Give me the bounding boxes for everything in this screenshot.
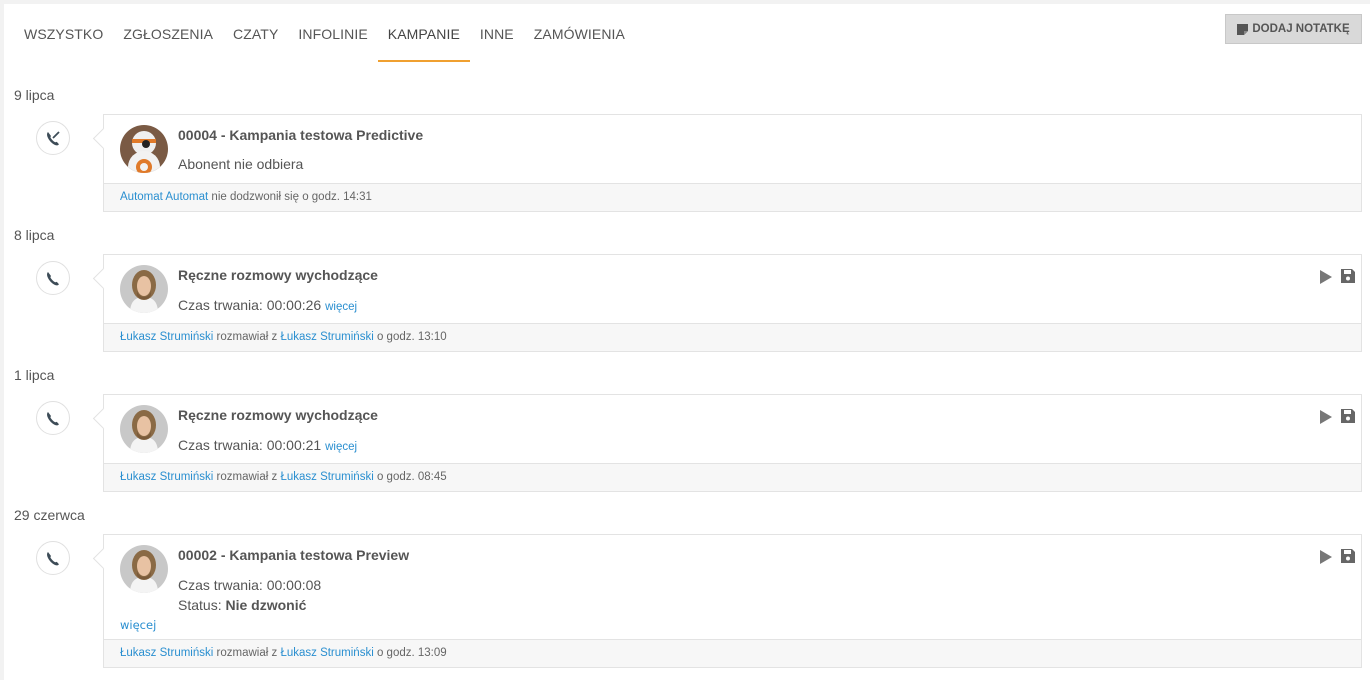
play-icon[interactable] — [1319, 549, 1333, 565]
user-avatar — [120, 405, 168, 453]
duration-text: Czas trwania: 00:00:26 — [178, 297, 322, 313]
phone-icon — [47, 552, 59, 566]
entry-title: Ręczne rozmowy wychodzące — [178, 267, 378, 283]
phone-icon — [47, 412, 59, 426]
status-label: Status: — [178, 597, 222, 613]
date-label: 8 lipca — [14, 227, 55, 243]
user-link[interactable]: Łukasz Strumiński — [280, 331, 373, 343]
duration-text: Czas trwania: 00:00:08 — [178, 577, 322, 593]
entry-duration: Czas trwania: 00:00:26 więcej — [178, 297, 357, 313]
date-label: 29 czerwca — [14, 507, 85, 523]
entry-footer: Łukasz Strumiński rozmawiał z Łukasz Str… — [104, 639, 1361, 667]
user-link[interactable]: Automat Automat — [120, 191, 208, 203]
footer-time: o godz. 13:09 — [376, 647, 447, 659]
more-link[interactable]: więcej — [120, 618, 156, 632]
missed-call-icon — [47, 131, 60, 146]
status-value: Nie dzwonić — [225, 597, 307, 613]
add-note-label: DODAJ NOTATKĘ — [1252, 23, 1350, 35]
user-link[interactable]: Łukasz Strumiński — [120, 471, 213, 483]
more-link[interactable]: więcej — [325, 301, 357, 313]
tab-bar: WSZYSTKO ZGŁOSZENIA CZATY INFOLINIE KAMP… — [14, 14, 635, 62]
footer-text: rozmawiał z — [216, 331, 278, 343]
date-label: 9 lipca — [14, 87, 55, 103]
user-link[interactable]: Łukasz Strumiński — [120, 647, 213, 659]
activity-card: Ręczne rozmowy wychodzące Czas trwania: … — [92, 254, 1362, 352]
entry-type-indicator — [36, 121, 70, 155]
entry-type-indicator — [36, 401, 70, 435]
tab-czaty[interactable]: CZATY — [223, 14, 288, 62]
footer-time: o godz. 08:45 — [376, 471, 447, 483]
tab-wszystko[interactable]: WSZYSTKO — [14, 14, 113, 62]
play-icon[interactable] — [1319, 409, 1333, 425]
date-label: 1 lipca — [14, 367, 55, 383]
footer-text: rozmawiał z — [216, 471, 278, 483]
tab-kampanie[interactable]: KAMPANIE — [377, 14, 470, 62]
footer-time: o godz. 13:10 — [376, 331, 447, 343]
tab-zgloszenia[interactable]: ZGŁOSZENIA — [113, 14, 223, 62]
entry-footer: Łukasz Strumiński rozmawiał z Łukasz Str… — [104, 323, 1361, 351]
activity-card: 00002 - Kampania testowa Preview Czas tr… — [92, 534, 1362, 668]
recording-actions — [1319, 549, 1355, 565]
add-note-button[interactable]: DODAJ NOTATKĘ — [1225, 14, 1362, 44]
activity-card: 00004 - Kampania testowa Predictive Abon… — [92, 114, 1362, 212]
entry-title: 00002 - Kampania testowa Preview — [178, 547, 410, 563]
timeline-panel: WSZYSTKO ZGŁOSZENIA CZATY INFOLINIE KAMP… — [4, 4, 1370, 680]
recording-actions — [1319, 269, 1355, 285]
entry-title: Ręczne rozmowy wychodzące — [178, 407, 378, 423]
tab-infolinie[interactable]: INFOLINIE — [288, 14, 377, 62]
entry-type-indicator — [36, 261, 70, 295]
activity-card: Ręczne rozmowy wychodzące Czas trwania: … — [92, 394, 1362, 492]
user-link[interactable]: Łukasz Strumiński — [120, 331, 213, 343]
save-icon[interactable] — [1341, 409, 1355, 425]
duration-text: Czas trwania: 00:00:21 — [178, 437, 322, 453]
entry-description: Abonent nie odbiera — [178, 156, 304, 172]
user-avatar — [120, 545, 168, 593]
entry-title: 00004 - Kampania testowa Predictive — [178, 127, 424, 143]
entry-type-indicator — [36, 541, 70, 575]
entry-footer: Automat Automat nie dodzwonił się o godz… — [104, 183, 1361, 211]
entry-footer: Łukasz Strumiński rozmawiał z Łukasz Str… — [104, 463, 1361, 491]
tab-zamowienia[interactable]: ZAMÓWIENIA — [524, 14, 635, 62]
user-link[interactable]: Łukasz Strumiński — [280, 647, 373, 659]
note-icon — [1237, 23, 1249, 35]
robot-avatar — [120, 125, 168, 173]
footer-text: nie dodzwonił się o godz. 14:31 — [211, 191, 372, 203]
tab-inne[interactable]: INNE — [470, 14, 524, 62]
phone-icon — [47, 272, 59, 286]
play-icon[interactable] — [1319, 269, 1333, 285]
user-avatar — [120, 265, 168, 313]
footer-text: rozmawiał z — [216, 647, 278, 659]
more-link[interactable]: więcej — [325, 441, 357, 453]
recording-actions — [1319, 409, 1355, 425]
save-icon[interactable] — [1341, 549, 1355, 565]
user-link[interactable]: Łukasz Strumiński — [280, 471, 373, 483]
entry-status: Status: Nie dzwonić — [178, 597, 306, 613]
entry-duration: Czas trwania: 00:00:21 więcej — [178, 437, 357, 453]
save-icon[interactable] — [1341, 269, 1355, 285]
